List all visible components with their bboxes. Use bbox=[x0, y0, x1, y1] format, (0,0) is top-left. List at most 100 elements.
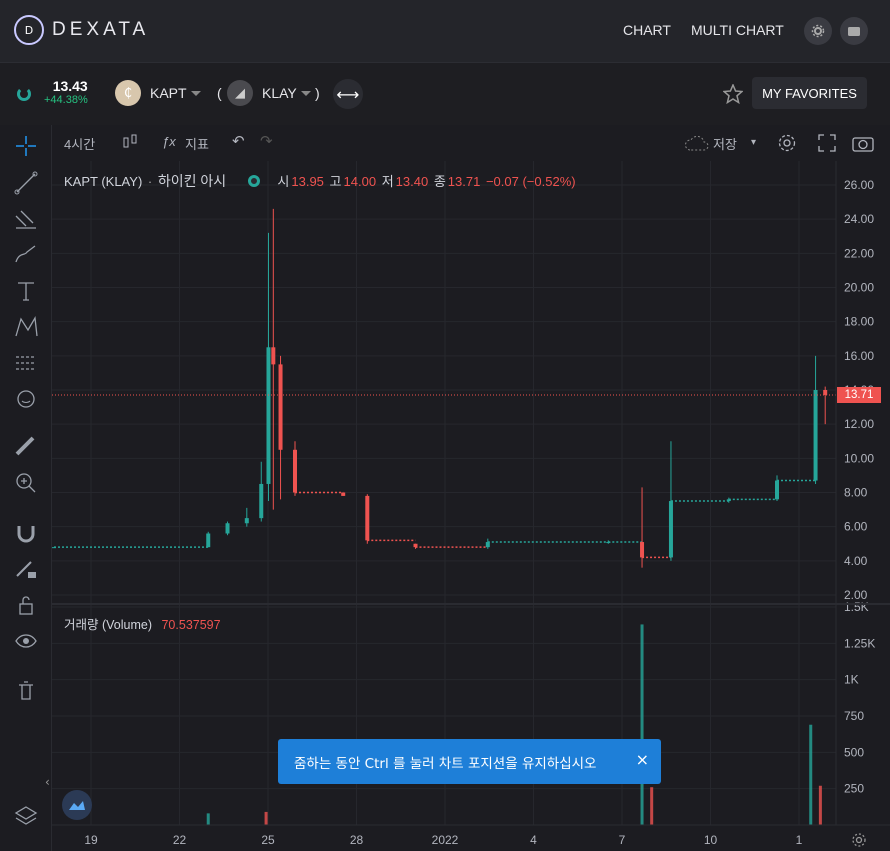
price-tick-label: 26.00 bbox=[844, 178, 874, 192]
candle-body bbox=[206, 533, 211, 548]
base-token-select[interactable]: KAPT bbox=[150, 85, 187, 101]
volume-bar bbox=[818, 785, 822, 825]
logo-icon: D bbox=[14, 15, 44, 45]
candle-body bbox=[823, 390, 828, 395]
volume-tick-label: 1K bbox=[844, 673, 859, 687]
price-tick-label: 18.00 bbox=[844, 315, 874, 329]
price-tick-label: 8.00 bbox=[844, 486, 868, 500]
quote-token-select[interactable]: KLAY bbox=[262, 85, 297, 101]
volume-legend: 거래량 (Volume) 70.537597 bbox=[64, 614, 221, 633]
candle-body bbox=[668, 501, 673, 558]
top-navbar: D DEXATA CHART MULTI CHART bbox=[0, 0, 890, 63]
candle-body bbox=[365, 495, 370, 541]
candle-body bbox=[813, 390, 818, 481]
tradingview-logo[interactable] bbox=[62, 790, 92, 820]
time-tick-label: 22 bbox=[173, 833, 187, 847]
time-tick-label: 2022 bbox=[432, 833, 459, 847]
candle-body bbox=[726, 499, 731, 502]
price-tick-label: 10.00 bbox=[844, 451, 874, 465]
volume-value: 70.537597 bbox=[161, 618, 221, 632]
candle-body bbox=[640, 542, 645, 558]
time-tick-label: 19 bbox=[84, 833, 98, 847]
price-block: 13.43 +44.38% bbox=[44, 78, 88, 106]
volume-label[interactable]: 거래량 (Volume) bbox=[64, 618, 152, 632]
legend-symbol[interactable]: KAPT (KLAY) bbox=[64, 174, 142, 189]
price-tick-label: 6.00 bbox=[844, 520, 868, 534]
time-tick-label: 28 bbox=[350, 833, 364, 847]
toast-message: 줌하는 동안 Ctrl 를 눌러 차트 포지션을 유지하십시오 bbox=[294, 755, 597, 772]
close-icon[interactable]: × bbox=[636, 750, 649, 769]
candle-body bbox=[244, 518, 249, 524]
volume-bar bbox=[264, 811, 268, 825]
price-tick-label: 24.00 bbox=[844, 212, 874, 226]
settings-button[interactable] bbox=[804, 17, 832, 45]
candle-body bbox=[293, 449, 297, 493]
time-tick-label: 7 bbox=[619, 833, 626, 847]
candle-body bbox=[278, 364, 283, 450]
price-tick-label: 16.00 bbox=[844, 349, 874, 363]
logo[interactable]: D DEXATA bbox=[14, 15, 149, 45]
candle-body bbox=[266, 347, 271, 484]
candle-body bbox=[606, 542, 611, 544]
pair-bar: 13.43 +44.38% ₵ KAPT ( ◢ KLAY ) ⟷ MY FAV… bbox=[0, 63, 890, 125]
volume-bar bbox=[809, 724, 813, 825]
volume-bar bbox=[640, 624, 644, 825]
legend-open: 13.95 bbox=[291, 174, 324, 189]
time-tick-label: 10 bbox=[704, 833, 718, 847]
time-tick-label: 25 bbox=[261, 833, 275, 847]
candle-body bbox=[225, 523, 230, 534]
wallet-icon bbox=[848, 27, 860, 36]
volume-tick-label: 500 bbox=[844, 745, 864, 759]
klay-coin-icon: ◢ bbox=[227, 80, 253, 106]
chevron-down-icon[interactable] bbox=[191, 91, 201, 96]
legend-change: −0.07 (−0.52%) bbox=[485, 174, 576, 189]
ohlc-legend: KAPT (KLAY) · 하이킨 아시 시 13.95 고 14.00 저 13.4… bbox=[64, 173, 576, 189]
legend-low: 13.40 bbox=[395, 174, 429, 189]
legend-chart-style: 하이킨 아시 bbox=[157, 173, 227, 189]
legend-close-label: 종 bbox=[433, 174, 446, 189]
legend-high-label: 고 bbox=[329, 174, 342, 189]
price-tick-label: 4.00 bbox=[844, 554, 868, 568]
wallet-button[interactable] bbox=[840, 17, 868, 45]
chart-container: ‹ 4시간 ƒx 지표 ↶ ↷ 저장 ▾ 26.00 24.00 22.00 20.0… bbox=[0, 125, 890, 851]
legend-low-label: 저 bbox=[381, 174, 394, 189]
volume-tick-label: 1.5K bbox=[844, 600, 869, 614]
last-price-tag: 13.71 bbox=[837, 387, 881, 403]
open-paren: ( bbox=[217, 85, 222, 101]
gear-icon bbox=[811, 24, 825, 38]
legend-close: 13.71 bbox=[447, 174, 481, 189]
kapt-coin-icon: ₵ bbox=[115, 80, 141, 106]
volume-tick-label: 250 bbox=[844, 782, 864, 796]
nav-multi-chart[interactable]: MULTI CHART bbox=[691, 22, 784, 38]
star-icon[interactable] bbox=[723, 84, 743, 104]
candle-body bbox=[52, 547, 56, 549]
volume-bar bbox=[650, 787, 654, 825]
price-tick-label: 22.00 bbox=[844, 246, 874, 260]
axis-settings-gear-icon[interactable] bbox=[851, 832, 867, 848]
zoom-hint-toast: 줌하는 동안 Ctrl 를 눌러 차트 포지션을 유지하십시오 × bbox=[278, 739, 661, 784]
candle-body bbox=[271, 347, 276, 365]
price-tick-label: 12.00 bbox=[844, 417, 874, 431]
app-title: DEXATA bbox=[52, 19, 150, 40]
volume-bar bbox=[206, 813, 210, 825]
loading-indicator-icon bbox=[17, 87, 31, 101]
candle-body bbox=[485, 542, 490, 548]
candle-body bbox=[259, 483, 264, 519]
candle-body bbox=[413, 543, 418, 548]
candle-body bbox=[775, 480, 779, 500]
volume-tick-label: 1.25K bbox=[844, 636, 875, 650]
legend-open-label: 시 bbox=[277, 174, 290, 189]
price-tick-label: 20.00 bbox=[844, 281, 874, 295]
nav-chart[interactable]: CHART bbox=[623, 22, 671, 38]
legend-high: 14.00 bbox=[343, 174, 377, 189]
volume-tick-label: 750 bbox=[844, 709, 864, 723]
close-paren: ) bbox=[315, 85, 320, 101]
price-change: +44.38% bbox=[44, 94, 88, 106]
last-price: 13.43 bbox=[52, 78, 88, 94]
chart-logo-icon bbox=[69, 801, 85, 810]
market-status-icon bbox=[247, 175, 260, 187]
chevron-down-icon[interactable] bbox=[301, 91, 311, 96]
swap-arrows-icon[interactable]: ⟷ bbox=[333, 79, 363, 109]
time-tick-label: 4 bbox=[530, 833, 537, 847]
my-favorites-button[interactable]: MY FAVORITES bbox=[752, 77, 867, 109]
